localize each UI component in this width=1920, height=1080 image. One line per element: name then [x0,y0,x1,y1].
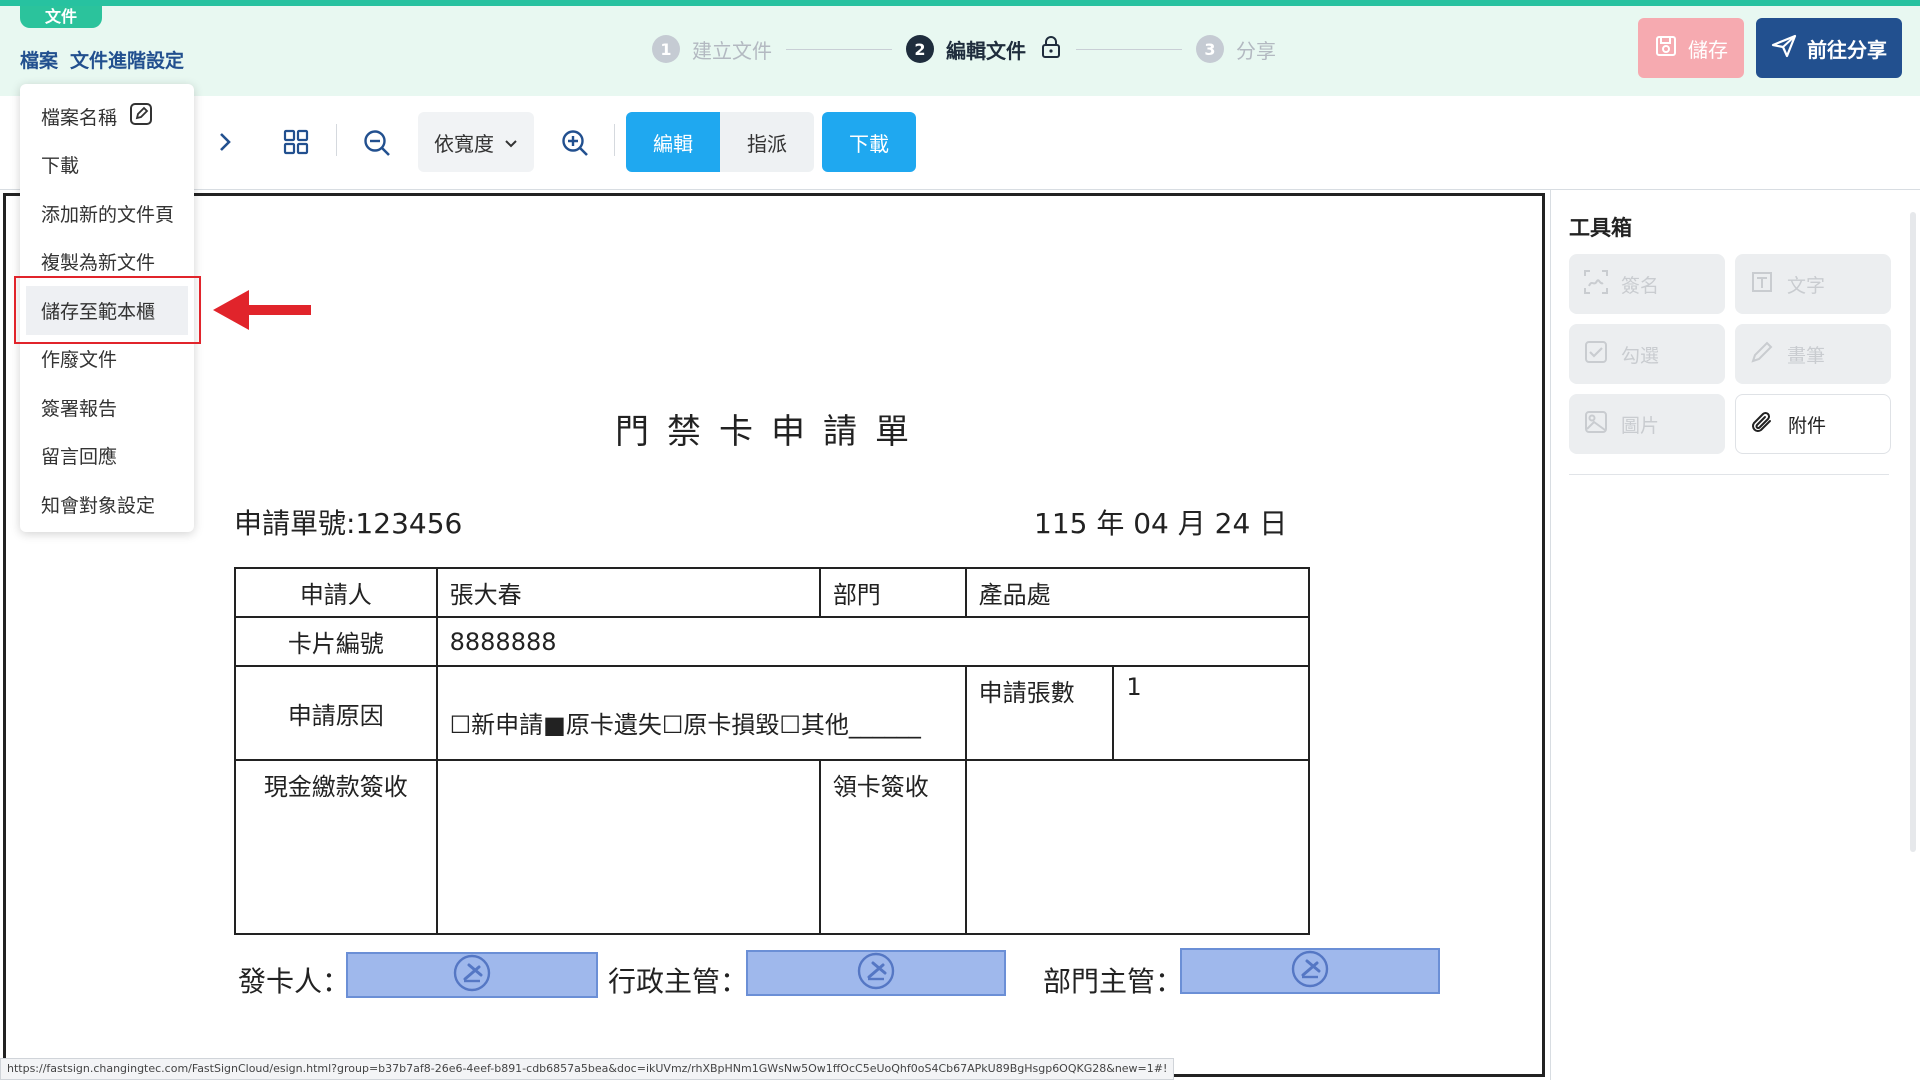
download-button[interactable]: 下載 [822,112,916,172]
step-edit[interactable]: 2 編輯文件 [906,35,1062,64]
send-icon [1771,34,1797,63]
zoom-out-icon[interactable] [362,128,392,158]
pickup-cell [964,759,1311,935]
toolbox-title: 工具箱 [1569,216,1632,240]
signature-field[interactable] [746,950,1006,996]
step-connector [786,48,892,50]
tool-pen[interactable]: 畫筆 [1735,324,1891,384]
step-number: 1 [652,35,680,63]
card-no-value: 8888888 [435,616,1311,667]
reason-value: ☐新申請■原卡遺失☐原卡損毀☐其他______ [435,665,967,761]
dept-label: 部門 [818,567,967,618]
tool-label: 文字 [1787,274,1826,297]
dept-value: 產品處 [964,567,1311,618]
save-label: 儲存 [1688,37,1728,62]
tool-label: 簽名 [1621,274,1660,297]
document-title: 門禁卡申請單 [615,412,927,452]
menu-item-comments[interactable]: 留言回應 [20,432,194,481]
menu-item-notify-settings[interactable]: 知會對象設定 [20,480,194,529]
application-number: 申請單號:123456 [234,507,463,540]
status-url-bar: https://fastsign.changingtec.com/FastSig… [0,1058,1175,1080]
share-button[interactable]: 前往分享 [1756,18,1902,78]
applicant-value: 張大春 [435,567,821,618]
application-date: 115 年 04 月 24 日 [1034,507,1288,540]
zoom-label: 依寬度 [434,131,494,156]
highlight-box [14,276,201,344]
toolbox-scrollbar[interactable] [1910,212,1916,852]
mode-toggle: 編輯 指派 [626,112,814,172]
save-icon [1654,34,1678,63]
zoom-in-icon[interactable] [560,128,590,158]
file-menu[interactable]: 檔案 [20,46,58,73]
lock-icon [1040,35,1062,64]
step-label: 建立文件 [692,38,772,63]
toolbar-divider [336,124,337,156]
reason-label: 申請原因 [234,665,438,761]
tool-text[interactable]: 文字 [1735,254,1891,314]
step-create[interactable]: 1 建立文件 [652,35,772,64]
step-label: 編輯文件 [946,38,1026,63]
text-icon [1749,269,1775,300]
pen-icon [1749,339,1775,370]
signature-field[interactable] [1180,948,1440,994]
red-arrow-annotation [213,288,311,336]
signer-label: 部門主管： [1043,965,1184,998]
mode-assign-tab[interactable]: 指派 [720,112,814,172]
chevron-right-icon[interactable] [212,128,238,156]
tool-image[interactable]: 圖片 [1569,394,1725,454]
toolbar-divider [614,124,615,156]
paperclip-icon [1750,409,1776,440]
menu-item-label: 檔案名稱 [41,106,118,129]
step-label: 分享 [1236,38,1276,63]
image-icon [1583,409,1609,440]
signer-label: 行政主管： [608,965,749,998]
grid-view-icon[interactable] [282,128,310,156]
cash-receipt-label: 現金繳款簽收 [234,759,438,935]
signature-field[interactable] [346,952,598,998]
stepper: 1 建立文件 2 編輯文件 3 分享 [652,34,1276,64]
step-connector [1076,48,1182,50]
mode-edit-tab[interactable]: 編輯 [626,112,720,172]
toolbox-divider [1569,474,1889,475]
menu-item-signing-report[interactable]: 簽署報告 [20,383,194,432]
signature-icon [1583,269,1609,300]
step-number: 3 [1196,35,1224,63]
tool-attachment[interactable]: 附件 [1735,394,1891,454]
edit-icon[interactable] [129,102,153,131]
tool-signature[interactable]: 簽名 [1569,254,1725,314]
zoom-select[interactable]: 依寬度 [418,112,534,172]
doc-tag: 文件 [20,6,102,28]
pickup-label: 領卡簽收 [818,759,967,935]
step-share[interactable]: 3 分享 [1196,35,1276,64]
stamp-icon [1290,949,1330,993]
qty-value: 1 [1112,665,1310,761]
tool-label: 附件 [1788,414,1827,437]
applicant-label: 申請人 [234,567,438,618]
chevron-down-icon [504,130,518,154]
share-label: 前往分享 [1807,37,1887,62]
application-form-table: 申請人 張大春 部門 產品處 卡片編號 8888888 申請原因 ☐新申請■原卡… [234,567,1311,935]
menu-item-add-page[interactable]: 添加新的文件頁 [20,189,194,238]
card-no-label: 卡片編號 [234,616,438,667]
stamp-icon [452,953,492,997]
signer-label: 發卡人： [238,965,351,998]
step-number: 2 [906,35,934,63]
tool-checkbox[interactable]: 勾選 [1569,324,1725,384]
cash-receipt-cell [435,759,821,935]
checkbox-icon [1583,339,1609,370]
menu-item-file-name[interactable]: 檔案名稱 [20,92,194,141]
save-button[interactable]: 儲存 [1638,18,1744,78]
advanced-settings-menu[interactable]: 文件進階設定 [70,46,184,73]
menu-item-download[interactable]: 下載 [20,141,194,190]
qty-label: 申請張數 [964,665,1115,761]
stamp-icon [856,951,896,995]
tool-label: 勾選 [1621,344,1660,367]
tool-label: 畫筆 [1787,344,1826,367]
tool-label: 圖片 [1621,414,1660,437]
